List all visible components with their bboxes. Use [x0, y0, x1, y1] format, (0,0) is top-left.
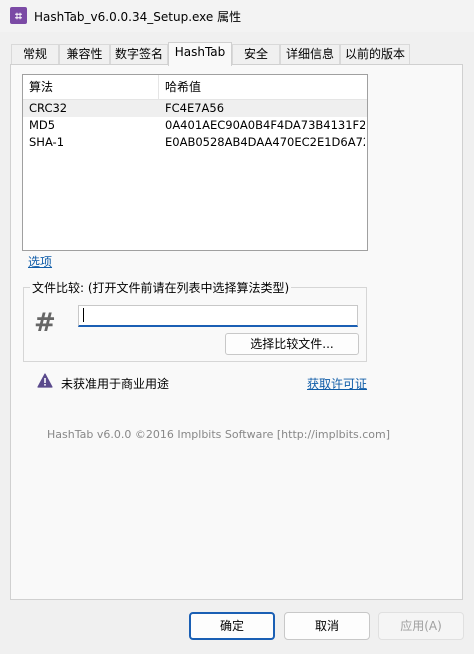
license-warning-text: 未获准用于商业用途	[61, 377, 170, 391]
hash-value-cell: E0AB0528AB4DAA470EC2E1D6A72...	[165, 135, 365, 149]
column-header-hash-value[interactable]: 哈希值	[159, 75, 359, 99]
app-icon: ⌗	[10, 7, 27, 24]
hash-row-sha1[interactable]: SHA-1 E0AB0528AB4DAA470EC2E1D6A72...	[23, 134, 367, 151]
choose-compare-file-button[interactable]: 选择比较文件...	[225, 333, 359, 355]
hash-row-crc32[interactable]: CRC32 FC4E7A56	[23, 100, 367, 117]
copyright-text: HashTab v6.0.0 ©2016 Implbits Software […	[47, 428, 391, 441]
properties-dialog: ⌗ HashTab_v6.0.0.34_Setup.exe 属性 常规 兼容性 …	[0, 0, 474, 654]
hash-icon: #	[34, 308, 56, 338]
file-compare-group: 文件比较: (打开文件前请在列表中选择算法类型) # 选择比较文件...	[23, 279, 367, 362]
algorithm-cell: CRC32	[29, 101, 68, 115]
tab-hashtab[interactable]: HashTab	[168, 42, 232, 66]
algorithm-cell: MD5	[29, 118, 56, 132]
text-cursor	[83, 308, 84, 322]
compare-hash-input[interactable]	[78, 305, 358, 327]
tab-digital-signatures[interactable]: 数字签名	[110, 44, 168, 64]
column-header-algorithm[interactable]: 算法	[23, 75, 159, 99]
tab-previous-versions[interactable]: 以前的版本	[340, 44, 410, 64]
tab-general[interactable]: 常规	[11, 44, 59, 64]
options-link[interactable]: 选项	[28, 253, 52, 270]
warning-icon	[37, 373, 53, 388]
hash-row-md5[interactable]: MD5 0A401AEC90A0B4F4DA73B4131F24...	[23, 117, 367, 134]
window-title: HashTab_v6.0.0.34_Setup.exe 属性	[34, 10, 242, 24]
algorithm-cell: SHA-1	[29, 135, 65, 149]
get-license-link[interactable]: 获取许可证	[307, 375, 367, 392]
hashtab-panel: 算法 哈希值 CRC32 FC4E7A56 MD5 0A401AEC90A0B4…	[10, 64, 463, 600]
tab-security[interactable]: 安全	[232, 44, 280, 64]
apply-button[interactable]: 应用(A)	[378, 612, 464, 640]
hash-list-header: 算法 哈希值	[23, 75, 367, 100]
hash-value-cell: 0A401AEC90A0B4F4DA73B4131F24...	[165, 118, 365, 132]
title-bar: ⌗ HashTab_v6.0.0.34_Setup.exe 属性	[0, 0, 474, 32]
file-compare-label: 文件比较: (打开文件前请在列表中选择算法类型)	[30, 279, 292, 296]
cancel-button[interactable]: 取消	[284, 612, 370, 640]
tab-compatibility[interactable]: 兼容性	[59, 44, 110, 64]
ok-button[interactable]: 确定	[189, 612, 275, 640]
hash-list[interactable]: 算法 哈希值 CRC32 FC4E7A56 MD5 0A401AEC90A0B4…	[22, 74, 368, 251]
hash-value-cell: FC4E7A56	[165, 101, 225, 115]
tab-details[interactable]: 详细信息	[280, 44, 340, 64]
